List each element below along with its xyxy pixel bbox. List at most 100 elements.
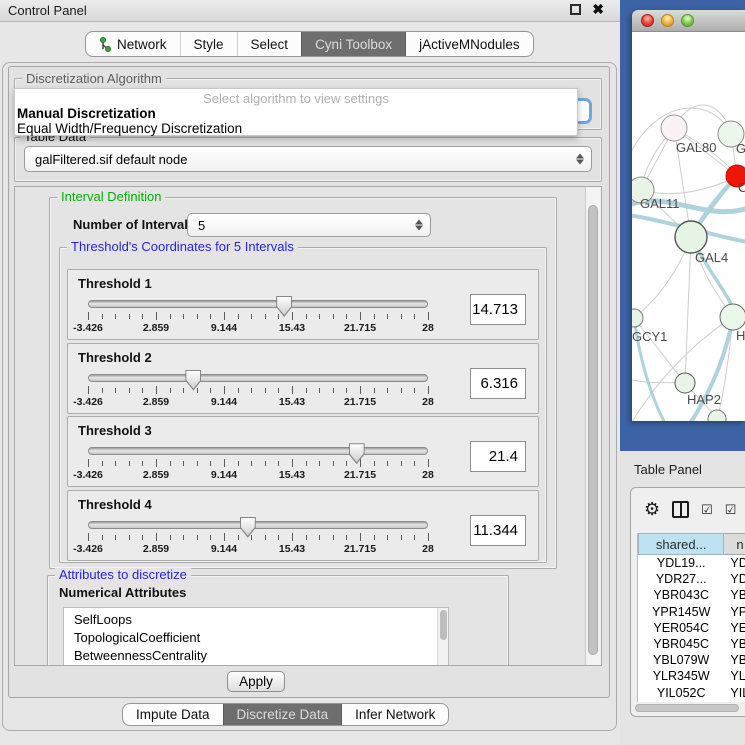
- apply-button[interactable]: Apply: [227, 671, 285, 692]
- cell-name[interactable]: YER0: [724, 620, 745, 636]
- cell-shared-name[interactable]: YBR043C: [638, 587, 724, 603]
- table-row[interactable]: YDL19... YDL1: [638, 555, 745, 571]
- node-right-mid[interactable]: [720, 304, 745, 330]
- cell-shared-name[interactable]: YIL052C: [638, 685, 724, 701]
- columns-icon[interactable]: [672, 501, 689, 518]
- mac-minimize-icon[interactable]: [661, 14, 674, 27]
- tick-label: 28: [422, 469, 434, 481]
- table-panel: ⚙ ☑ ☑ shared... n YDL19... YDL1 YDR27...…: [630, 487, 745, 717]
- cell-shared-name[interactable]: YBL079W: [638, 652, 724, 668]
- tick-label: 2.859: [143, 396, 169, 408]
- attribute-list-item[interactable]: SelfLoops: [64, 608, 448, 629]
- cell-name[interactable]: YBR0: [724, 636, 745, 652]
- tab-infer-network[interactable]: Infer Network: [341, 704, 448, 725]
- column-header-name[interactable]: n: [724, 533, 745, 555]
- control-panel-title: Control Panel: [8, 3, 87, 18]
- threshold-value-field[interactable]: 21.4: [470, 441, 526, 472]
- node-gal4[interactable]: [675, 221, 707, 253]
- table-row[interactable]: YDR27... YDR2: [638, 571, 745, 587]
- slider-track[interactable]: [88, 300, 428, 308]
- slider-track[interactable]: [88, 447, 428, 455]
- cell-shared-name[interactable]: YBR045C: [638, 636, 724, 652]
- threshold-slider[interactable]: -3.4262.8599.14415.4321.71528: [88, 517, 428, 557]
- threshold-label: Threshold 1: [78, 276, 152, 291]
- tab-cyni-toolbox[interactable]: Cyni Toolbox: [301, 32, 405, 56]
- threshold-value-field[interactable]: 14.713: [470, 294, 526, 325]
- table-row[interactable]: YER054C YER0: [638, 620, 745, 636]
- algorithm-option[interactable]: Equal Width/Frequency Discretization: [15, 121, 577, 136]
- attribute-list-item[interactable]: TopologicalCoefficient: [64, 629, 448, 647]
- node-hap2[interactable]: [675, 373, 695, 393]
- cell-name[interactable]: YDR2: [724, 571, 745, 587]
- tick-label: 2.859: [143, 322, 169, 334]
- mac-close-icon[interactable]: [641, 14, 654, 27]
- combobox-arrows-icon: [415, 220, 423, 231]
- threshold-panel: Threshold 2 -3.4262.8599.14415.4321.7152…: [67, 343, 539, 414]
- tab-label: Discretize Data: [237, 707, 329, 722]
- slider-ticks: [88, 459, 428, 468]
- threshold-value-field[interactable]: 11.344: [470, 515, 526, 546]
- cell-name[interactable]: YDL1: [724, 555, 745, 571]
- bottom-tab-bar: Impute Data Discretize Data Infer Networ…: [122, 703, 449, 726]
- tab-jactivemnodules[interactable]: jActiveMNodules: [405, 32, 533, 56]
- algorithm-option[interactable]: Manual Discretization: [15, 106, 577, 121]
- cell-shared-name[interactable]: YER054C: [638, 620, 724, 636]
- table-panel-title: Table Panel: [634, 462, 702, 477]
- network-window-titlebar[interactable]: [632, 10, 745, 32]
- tab-label: Network: [117, 37, 167, 52]
- cell-name[interactable]: YLR3: [724, 668, 745, 684]
- threshold-slider[interactable]: -3.4262.8599.14415.4321.71528: [88, 370, 428, 410]
- table-row[interactable]: YBL079W YBL0: [638, 652, 745, 668]
- table-row[interactable]: YLR345W YLR3: [638, 668, 745, 684]
- threshold-slider[interactable]: -3.4262.8599.14415.4321.71528: [88, 443, 428, 483]
- attribute-list-item[interactable]: BetweennessCentrality: [64, 647, 448, 665]
- table-row[interactable]: YBR045C YBR0: [638, 636, 745, 652]
- slider-track[interactable]: [88, 521, 428, 529]
- tick-label: 2.859: [143, 469, 169, 481]
- cell-name[interactable]: YBR0: [724, 587, 745, 603]
- slider-ticks: [88, 533, 428, 542]
- tab-network[interactable]: Network: [86, 32, 180, 56]
- tick-label: -3.426: [73, 396, 103, 408]
- node-label-gal4: GAL4: [695, 250, 728, 265]
- column-header-shared-name[interactable]: shared...: [638, 533, 724, 555]
- table-row[interactable]: YBR043C YBR0: [638, 587, 745, 603]
- cell-shared-name[interactable]: YDR27...: [638, 571, 724, 587]
- control-panel-titlebar: Control Panel ✖: [0, 0, 620, 22]
- cell-shared-name[interactable]: YDL19...: [638, 555, 724, 571]
- slider-tick-labels: -3.4262.8599.14415.4321.71528: [88, 396, 428, 408]
- cell-name[interactable]: YBL0: [724, 652, 745, 668]
- tick-label: 15.43: [279, 322, 305, 334]
- threshold-slider[interactable]: -3.4262.8599.14415.4321.71528: [88, 296, 428, 336]
- tab-impute-data[interactable]: Impute Data: [123, 704, 223, 725]
- network-canvas[interactable]: GAL80 G C GAL11 GAL4 GCY1 H HAP2: [632, 32, 745, 421]
- tick-label: 28: [422, 396, 434, 408]
- tab-select[interactable]: Select: [237, 32, 302, 56]
- tab-label: Cyni Toolbox: [315, 37, 392, 52]
- table-data-combobox-value: galFiltered.sif default node: [35, 152, 187, 167]
- tick-label: 9.144: [211, 322, 237, 334]
- cell-shared-name[interactable]: YLR345W: [638, 668, 724, 684]
- tick-label: 21.715: [344, 322, 376, 334]
- cell-name[interactable]: YPR1: [724, 604, 745, 620]
- table-row[interactable]: YPR145W YPR1: [638, 604, 745, 620]
- close-icon[interactable]: ✖: [592, 4, 604, 15]
- float-window-icon[interactable]: [570, 4, 581, 15]
- settings-vertical-scrollbar[interactable]: [585, 187, 601, 665]
- table-data-combobox[interactable]: galFiltered.sif default node: [24, 146, 592, 172]
- mac-zoom-icon[interactable]: [681, 14, 694, 27]
- tab-discretize-data[interactable]: Discretize Data: [223, 704, 342, 725]
- number-of-intervals-combobox[interactable]: 5: [187, 213, 431, 237]
- checkbox-icon[interactable]: ☑: [725, 503, 737, 516]
- table-horizontal-scrollbar[interactable]: [635, 704, 745, 713]
- cell-shared-name[interactable]: YPR145W: [638, 604, 724, 620]
- node-gal80[interactable]: [661, 115, 687, 141]
- table-row[interactable]: YIL052C YIL0: [638, 685, 745, 701]
- threshold-value-field[interactable]: 6.316: [470, 368, 526, 399]
- gear-icon[interactable]: ⚙: [644, 500, 660, 518]
- checkbox-icon[interactable]: ☑: [701, 503, 713, 516]
- tab-style[interactable]: Style: [180, 32, 237, 56]
- slider-track[interactable]: [88, 374, 428, 382]
- attributes-list-scrollbar[interactable]: [437, 608, 448, 666]
- cell-name[interactable]: YIL0: [724, 685, 745, 701]
